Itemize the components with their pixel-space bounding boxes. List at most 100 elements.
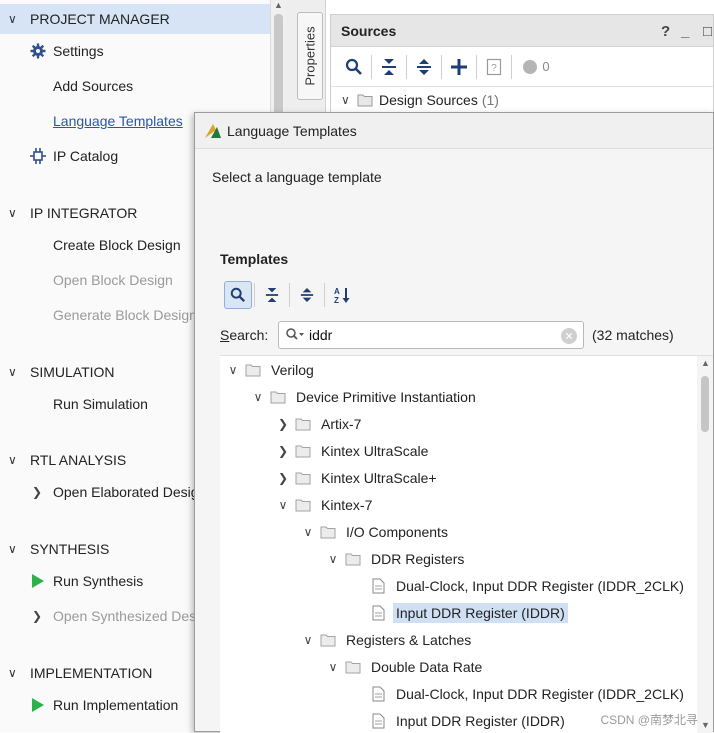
section-title: IP INTEGRATOR xyxy=(30,205,138,221)
toolbar-separator xyxy=(406,54,407,79)
scrollbar-thumb[interactable] xyxy=(701,376,709,432)
toolbar-separator xyxy=(254,283,255,307)
section-title: RTL ANALYSIS xyxy=(30,452,127,468)
unknown-status-button[interactable]: ? xyxy=(479,52,509,82)
restore-button[interactable]: □ xyxy=(703,23,712,40)
folder-icon xyxy=(269,389,287,405)
file-icon xyxy=(369,713,387,729)
search-button[interactable] xyxy=(339,52,369,82)
sort-button[interactable]: AZ xyxy=(327,280,357,310)
templates-tree: ∨ Verilog ∨ Device Primitive Instantiati… xyxy=(220,355,713,733)
search-dropdown-icon[interactable] xyxy=(285,327,305,346)
tree-row-kintex-ultrascale-plus[interactable]: ❯ Kintex UltraScale+ xyxy=(276,464,440,491)
chevron-down-icon: ∨ xyxy=(278,497,288,512)
collapse-all-button[interactable] xyxy=(257,280,287,310)
scroll-up-icon[interactable]: ▲ xyxy=(701,358,710,368)
nav-item-settings[interactable]: Settings xyxy=(0,36,270,66)
minimize-button[interactable]: _ xyxy=(681,23,689,40)
file-icon xyxy=(369,686,387,702)
tree-row-kintex-ultrascale[interactable]: ❯ Kintex UltraScale xyxy=(276,437,431,464)
tree-row-kintex-7[interactable]: ∨ Kintex-7 xyxy=(276,491,375,518)
match-count: (32 matches) xyxy=(592,327,674,343)
chevron-down-icon: ∨ xyxy=(8,666,17,680)
search-label: Search: xyxy=(220,327,269,343)
clear-search-icon[interactable]: ✕ xyxy=(561,328,577,344)
section-title: PROJECT MANAGER xyxy=(30,11,170,27)
chevron-down-icon: ∨ xyxy=(8,365,17,379)
chevron-right-icon: ❯ xyxy=(32,485,43,499)
tree-row-verilog[interactable]: ∨ Verilog xyxy=(226,356,317,383)
ip-plug-icon xyxy=(29,147,47,165)
tree-row-input-ddr-iddr-selected[interactable]: Input DDR Register (IDDR) xyxy=(351,599,568,626)
section-title: IMPLEMENTATION xyxy=(30,665,153,681)
tree-row-registers-latches[interactable]: ∨ Registers & Latches xyxy=(301,626,474,653)
toolbar-separator xyxy=(476,54,477,79)
section-project-manager[interactable]: ∨ PROJECT MANAGER xyxy=(0,4,270,34)
help-button[interactable]: ? xyxy=(661,23,670,40)
toolbar-separator xyxy=(371,54,372,79)
templates-toolbar: AZ xyxy=(220,277,700,313)
file-icon xyxy=(369,578,387,594)
play-icon xyxy=(29,572,47,590)
question-file-icon: ? xyxy=(486,58,502,75)
chevron-down-icon: ∨ xyxy=(303,632,313,647)
dialog-title: Language Templates xyxy=(227,122,357,139)
folder-icon xyxy=(319,632,337,648)
folder-icon xyxy=(294,497,312,513)
vivado-logo-icon xyxy=(205,123,221,142)
tree-row-io-components[interactable]: ∨ I/O Components xyxy=(301,518,451,545)
dialog-prompt: Select a language template xyxy=(212,169,382,185)
add-sources-button[interactable] xyxy=(444,52,474,82)
search-field[interactable]: ✕ xyxy=(278,321,584,349)
tree-row-dual-clock-iddr-2clk[interactable]: Dual-Clock, Input DDR Register (IDDR_2CL… xyxy=(351,572,687,599)
svg-text:A: A xyxy=(334,287,340,296)
tree-row-dual-clock-iddr-2clk-2[interactable]: Dual-Clock, Input DDR Register (IDDR_2CL… xyxy=(351,680,687,707)
tree-row-ddr-registers[interactable]: ∨ DDR Registers xyxy=(326,545,467,572)
chevron-down-icon: ∨ xyxy=(8,206,17,220)
folder-icon xyxy=(294,443,312,459)
toolbar-separator xyxy=(289,283,290,307)
search-toggle-button[interactable] xyxy=(224,281,252,309)
chevron-down-icon: ∨ xyxy=(253,389,263,404)
collapse-all-icon xyxy=(265,288,279,302)
folder-icon xyxy=(344,659,362,675)
folder-icon xyxy=(344,551,362,567)
nav-item-add-sources[interactable]: Add Sources xyxy=(0,71,270,101)
folder-icon xyxy=(244,362,262,378)
scrollbar-thumb[interactable] xyxy=(274,14,283,124)
search-row: Search: ✕ (32 matches) xyxy=(220,318,700,352)
tree-row-artix-7[interactable]: ❯ Artix-7 xyxy=(276,410,364,437)
sources-header: Sources ? _ □ xyxy=(331,15,713,47)
collapse-all-button[interactable] xyxy=(374,52,404,82)
svg-text:?: ? xyxy=(491,63,497,74)
expand-all-button[interactable] xyxy=(292,280,322,310)
tree-row-input-ddr-iddr-2[interactable]: Input DDR Register (IDDR) xyxy=(351,707,568,733)
collapse-all-icon xyxy=(382,58,396,75)
svg-text:Z: Z xyxy=(334,296,339,304)
tab-properties[interactable]: Properties xyxy=(297,12,323,100)
folder-icon xyxy=(319,524,337,540)
folder-icon xyxy=(294,470,312,486)
sort-az-icon: AZ xyxy=(334,287,350,304)
scroll-down-icon[interactable]: ▼ xyxy=(701,720,710,730)
plus-icon xyxy=(451,58,467,75)
scroll-up-icon[interactable]: ▲ xyxy=(274,0,283,10)
search-input[interactable] xyxy=(307,326,547,344)
chevron-right-icon: ❯ xyxy=(277,470,289,485)
play-icon xyxy=(29,696,47,714)
folder-icon xyxy=(357,94,373,107)
tree-scrollbar[interactable]: ▲ ▼ xyxy=(697,356,713,733)
dialog-title-bar[interactable]: Language Templates xyxy=(195,113,713,149)
chevron-down-icon: ∨ xyxy=(303,524,313,539)
expand-all-icon xyxy=(300,288,314,302)
chevron-down-icon: ∨ xyxy=(328,551,338,566)
tree-row-double-data-rate[interactable]: ∨ Double Data Rate xyxy=(326,653,485,680)
tree-row-device-primitive-instantiation[interactable]: ∨ Device Primitive Instantiation xyxy=(251,383,479,410)
expand-all-button[interactable] xyxy=(409,52,439,82)
templates-label: Templates xyxy=(220,251,289,267)
search-icon xyxy=(230,287,246,303)
messages-badge[interactable]: 0 xyxy=(514,52,558,82)
toolbar-separator xyxy=(441,54,442,79)
folder-icon xyxy=(294,416,312,432)
tree-row-design-sources[interactable]: ∨ Design Sources (1) xyxy=(331,87,713,113)
